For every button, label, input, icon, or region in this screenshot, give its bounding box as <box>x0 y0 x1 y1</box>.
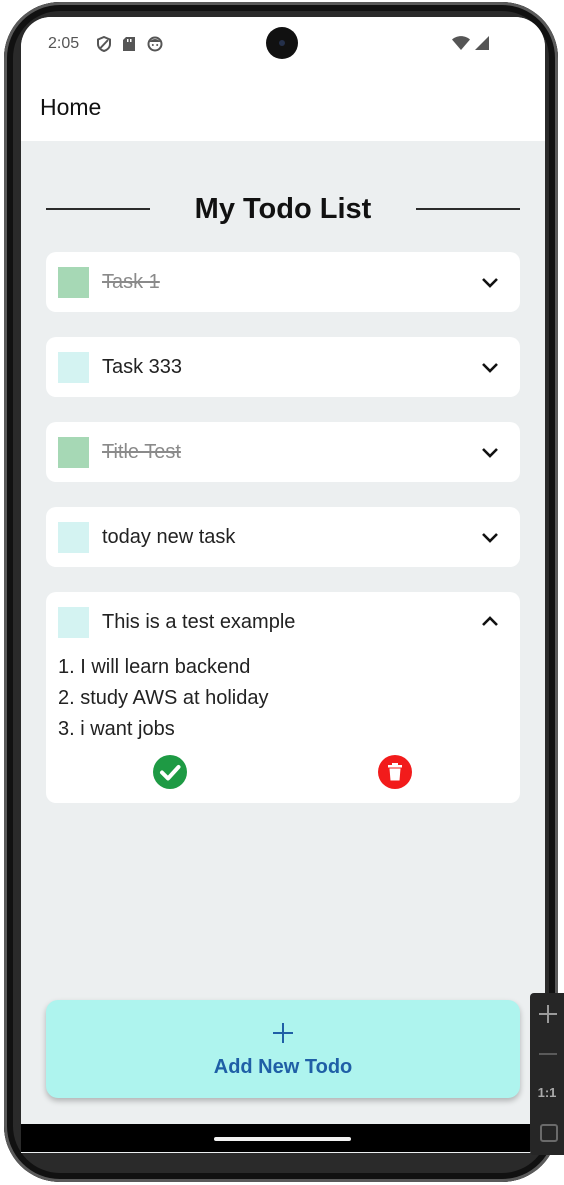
todo-title: This is a test example <box>102 611 296 633</box>
list-heading: My Todo List <box>46 189 520 229</box>
chevron-up-icon[interactable] <box>478 610 502 634</box>
chevron-down-icon[interactable] <box>478 355 502 379</box>
todo-checkbox[interactable] <box>58 352 89 383</box>
plus-icon <box>271 1021 295 1045</box>
todo-checkbox[interactable] <box>58 267 89 298</box>
sd-card-icon <box>122 36 136 52</box>
heading-divider-right <box>415 208 520 210</box>
front-camera <box>266 27 298 59</box>
gesture-nav-bar <box>21 1124 530 1152</box>
todo-title: Title Test <box>102 441 181 463</box>
description-line: 2. study AWS at holiday <box>58 687 269 709</box>
todo-header[interactable]: Title Test <box>46 422 520 482</box>
trash-icon <box>388 763 402 781</box>
chevron-down-icon[interactable] <box>478 440 502 464</box>
todo-description: 1. I will learn backend 2. study AWS at … <box>58 652 268 745</box>
description-line: 1. I will learn backend <box>58 656 251 678</box>
todo-header[interactable]: Task 1 <box>46 252 520 312</box>
todo-card: today new task <box>46 507 520 567</box>
heading-divider-left <box>46 208 150 210</box>
todo-header[interactable]: This is a test example <box>46 592 520 652</box>
delete-button[interactable] <box>378 755 412 789</box>
emulator-toolbar: 1:1 <box>530 993 564 1155</box>
fit-screen-icon[interactable] <box>540 1124 558 1142</box>
todo-checkbox[interactable] <box>58 522 89 553</box>
add-todo-label: Add New Todo <box>213 1056 353 1078</box>
todo-card: Task 333 <box>46 337 520 397</box>
todo-checkbox[interactable] <box>58 607 89 638</box>
todo-title: today new task <box>102 526 236 548</box>
status-icons <box>97 35 163 53</box>
chevron-down-icon[interactable] <box>478 270 502 294</box>
list-title: My Todo List <box>194 192 372 225</box>
zoom-out-icon[interactable] <box>539 1053 557 1055</box>
status-time: 2:05 <box>48 35 80 52</box>
signal-icon <box>474 35 490 56</box>
todo-title: Task 1 <box>102 271 160 293</box>
todo-checkbox[interactable] <box>58 437 89 468</box>
todo-card-expanded: This is a test example 1. I will learn b… <box>46 592 520 803</box>
app-bar-title: Home <box>40 94 102 120</box>
screen: 2:05 Home My Todo List Task 1 Task 333 T… <box>21 17 545 1153</box>
todo-card: Title Test <box>46 422 520 482</box>
wifi-icon <box>451 35 471 56</box>
zoom-in-icon[interactable] <box>539 1005 557 1023</box>
todo-card: Task 1 <box>46 252 520 312</box>
description-line: 3. i want jobs <box>58 718 175 740</box>
complete-button[interactable] <box>153 755 187 789</box>
todo-header[interactable]: today new task <box>46 507 520 567</box>
app-bar: Home <box>21 73 545 141</box>
system-icons <box>451 35 490 56</box>
status-bar: 2:05 <box>21 17 545 73</box>
home-gesture-handle[interactable] <box>214 1137 351 1141</box>
check-circle-icon <box>160 765 181 781</box>
actual-size-button[interactable]: 1:1 <box>530 1085 564 1100</box>
todo-header[interactable]: Task 333 <box>46 337 520 397</box>
add-todo-button[interactable]: Add New Todo <box>46 1000 520 1098</box>
chevron-down-icon[interactable] <box>478 525 502 549</box>
todo-title: Task 333 <box>102 356 183 378</box>
shield-icon <box>97 35 111 53</box>
face-icon <box>147 36 163 52</box>
